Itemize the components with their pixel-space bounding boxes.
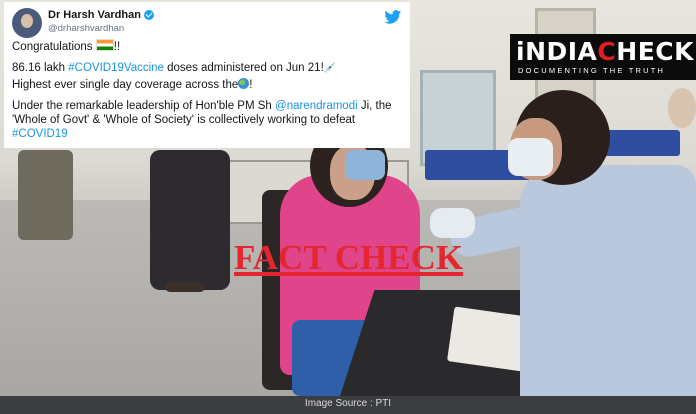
- logo-text-suffix: HECK: [616, 37, 694, 66]
- tweet-text: 86.16 lakh: [12, 62, 69, 74]
- news-image: Dr Harsh Vardhan @drharshvardhan Congrat…: [0, 0, 696, 414]
- caption-bar: Image Source : PTI: [0, 396, 696, 414]
- author-name: Dr Harsh Vardhan: [48, 9, 141, 21]
- india-flag-icon: [95, 39, 114, 51]
- hashtag-link[interactable]: #COVID19Vaccine: [68, 62, 164, 74]
- india-check-logo: iNDIACHECK DOCUMENTING THE TRUTH: [510, 34, 696, 80]
- tweet-line: 86.16 lakh #COVID19Vaccine doses adminis…: [12, 61, 406, 76]
- logo-text-prefix: iNDIA: [516, 37, 598, 66]
- bystander: [18, 150, 73, 240]
- tweet-text: !!: [113, 41, 121, 53]
- logo-tagline: DOCUMENTING THE TRUTH: [518, 66, 666, 75]
- health-worker: [520, 165, 696, 396]
- tweet-line: Highest ever single day coverage across …: [12, 78, 406, 92]
- fact-check-stamp: FACT CHECK: [234, 238, 464, 277]
- shoe: [165, 282, 205, 292]
- mention-link[interactable]: @narendramodi: [275, 100, 358, 112]
- glove: [430, 208, 475, 238]
- avatar: [12, 8, 42, 38]
- author-handle: @drharshvardhan: [48, 23, 125, 34]
- globe-icon: [238, 78, 250, 89]
- tweet-text: !: [249, 79, 253, 91]
- logo-wordmark: iNDIACHECK: [516, 37, 694, 66]
- tweet-author: Dr Harsh Vardhan: [48, 9, 154, 21]
- tweet-text: doses administered on Jun 21!: [163, 62, 324, 74]
- tweet-line: Congratulations !!: [12, 39, 406, 54]
- tweet-body: Congratulations !! 86.16 lakh #COVID19Va…: [12, 39, 406, 143]
- health-worker-mask: [508, 138, 553, 176]
- patient-mask: [345, 150, 385, 180]
- hashtag-link[interactable]: #COVID19: [12, 128, 68, 140]
- tweet-card: Dr Harsh Vardhan @drharshvardhan Congrat…: [4, 2, 410, 148]
- background-person: [668, 88, 696, 128]
- bystander: [150, 150, 230, 290]
- image-source-caption: Image Source : PTI: [304, 398, 392, 409]
- tweet-text: Highest ever single day coverage across …: [12, 79, 239, 91]
- tweet-text: Under the remarkable leadership of Hon'b…: [12, 100, 272, 112]
- twitter-bird-icon: [384, 10, 402, 24]
- verified-badge-icon: [143, 10, 154, 20]
- tweet-text: Congratulations: [12, 41, 93, 53]
- logo-c-letter: C: [597, 37, 617, 66]
- tweet-line: Under the remarkable leadership of Hon'b…: [12, 99, 406, 141]
- syringe-icon: 💉: [323, 63, 337, 74]
